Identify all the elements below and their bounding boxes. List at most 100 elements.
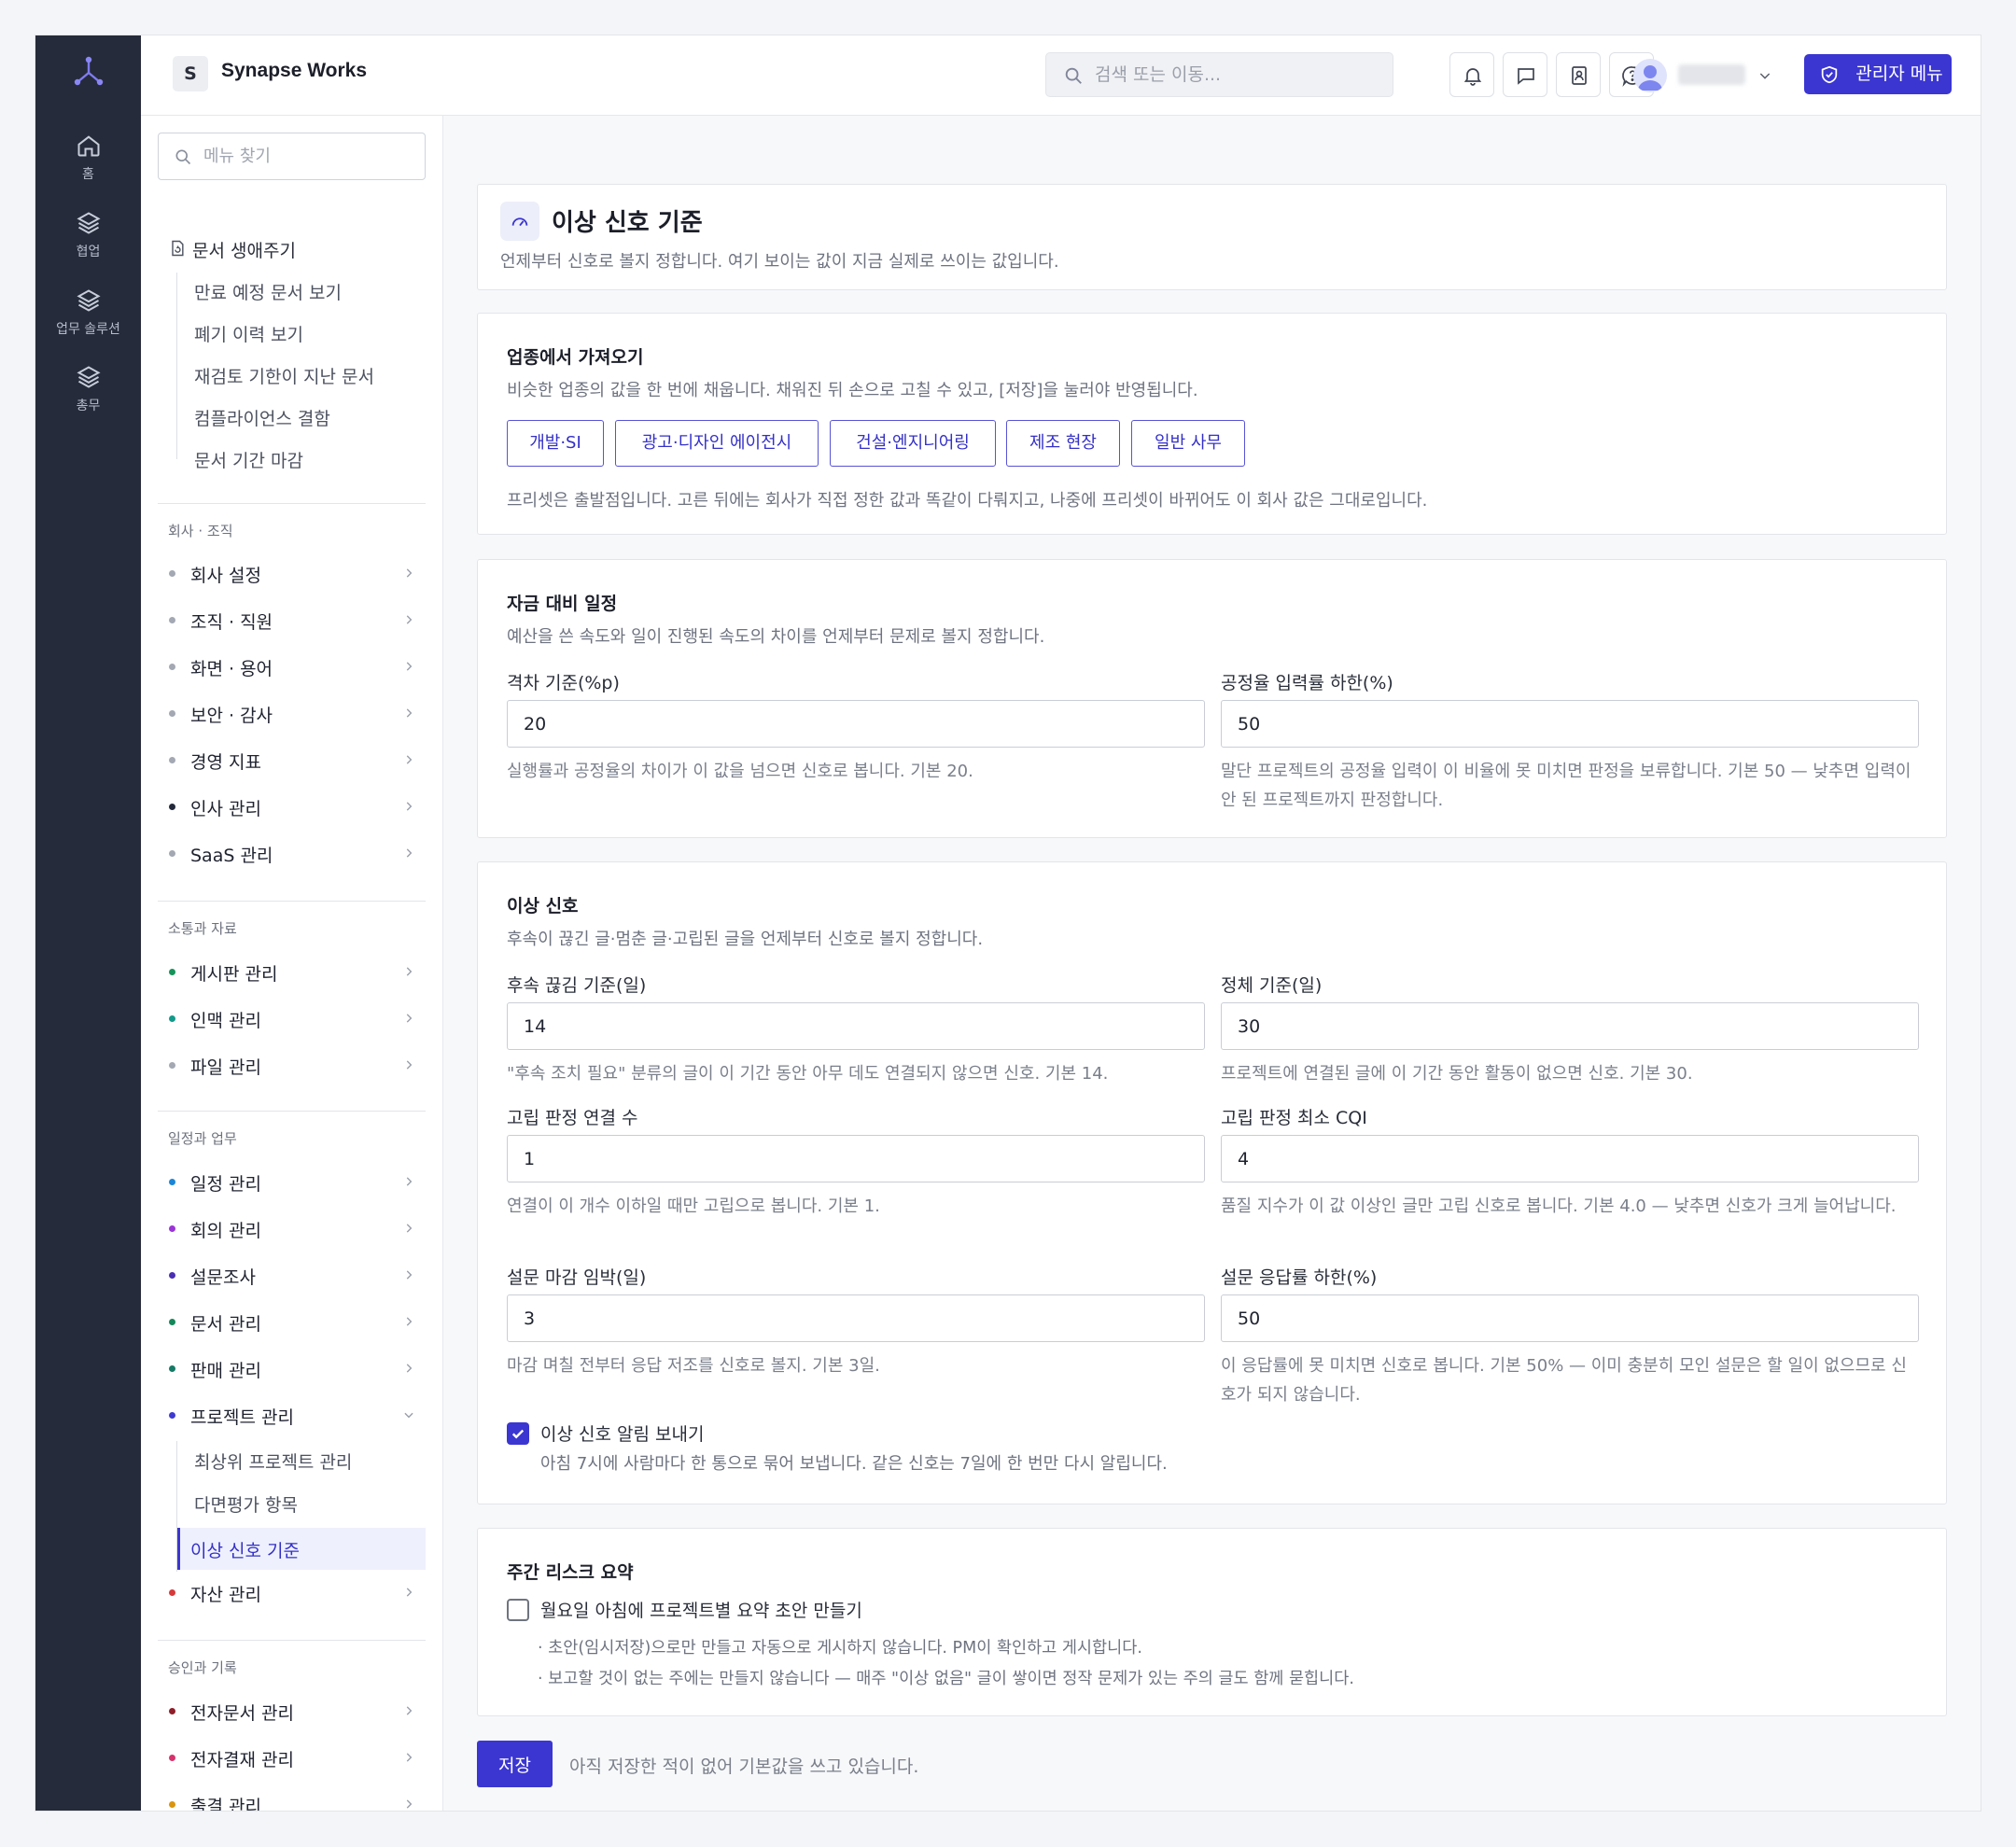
field-label: 정체 기준(일) (1221, 975, 1323, 996)
layers-icon (76, 212, 101, 234)
field-label: 고립 판정 최소 CQI (1221, 1108, 1367, 1128)
notifications-button[interactable] (1449, 52, 1494, 97)
progress-input-rate-input[interactable] (1221, 700, 1919, 748)
chevron-right-icon (406, 802, 413, 811)
workspace-name[interactable]: Synapse Works (221, 60, 367, 82)
preset-construction-button[interactable]: 건설·엔지니어링 (830, 420, 996, 467)
messages-button[interactable] (1503, 52, 1547, 97)
search-input[interactable] (1095, 53, 1375, 96)
menu-search[interactable] (158, 133, 426, 180)
chevron-right-icon (406, 755, 413, 764)
rail-item-label: 협업 (76, 245, 101, 259)
menu-item-schedule[interactable]: 일정 관리 (141, 1163, 443, 1200)
menu-item-label: 조직 · 직원 (190, 612, 273, 633)
menu-item-survey[interactable]: 설문조사 (141, 1256, 443, 1294)
menu-subitem-label: 만료 예정 문서 보기 (194, 283, 342, 303)
rail-item-label: 홈 (82, 167, 94, 182)
menu-subitem-top-projects[interactable]: 최상위 프로젝트 관리 (141, 1441, 443, 1478)
rail-item-general-affairs[interactable]: 총무 (35, 364, 141, 414)
menu-item-e-documents[interactable]: 전자문서 관리 (141, 1692, 443, 1729)
menu-item-hr[interactable]: 인사 관리 (141, 788, 443, 825)
shield-icon (1821, 65, 1838, 84)
menu-subitem-label: 이상 신호 기준 (190, 1541, 300, 1561)
preset-dev-si-button[interactable]: 개발·SI (507, 420, 604, 467)
menu-subitem-document-deadline[interactable]: 문서 기간 마감 (141, 440, 443, 477)
admin-menu-label: 관리자 메뉴 (1855, 63, 1943, 84)
weekly-summary-checkbox[interactable] (507, 1599, 529, 1621)
menu-item-assets[interactable]: 자산 관리 (141, 1574, 443, 1611)
save-status-text: 아직 저장한 적이 없어 기본값을 쓰고 있습니다. (569, 1756, 919, 1777)
menu-item-files[interactable]: 파일 관리 (141, 1046, 443, 1084)
status-dot (169, 969, 175, 975)
workspace-badge[interactable]: S (173, 56, 208, 91)
preset-office-button[interactable]: 일반 사무 (1131, 420, 1245, 467)
user-menu[interactable] (1633, 52, 1783, 97)
section-title: 업종에서 가져오기 (507, 347, 644, 368)
menu-subitem-label: 최상위 프로젝트 관리 (194, 1452, 353, 1473)
menu-item-meetings[interactable]: 회의 관리 (141, 1210, 443, 1247)
menu-divider (158, 901, 426, 902)
global-search[interactable] (1045, 52, 1393, 97)
menu-subitem-compliance-defects[interactable]: 컴플라이언스 결함 (141, 398, 443, 435)
contacts-button[interactable] (1556, 52, 1601, 97)
field-hint: 연결이 이 개수 이하일 때만 고립으로 봅니다. 기본 1. (507, 1196, 880, 1216)
menu-item-saas[interactable]: SaaS 관리 (141, 834, 443, 872)
stagnation-days-input[interactable] (1221, 1002, 1919, 1050)
menu-item-e-approval[interactable]: 전자결재 관리 (141, 1739, 443, 1776)
survey-response-rate-input[interactable] (1221, 1294, 1919, 1342)
isolation-min-cqi-input[interactable] (1221, 1135, 1919, 1182)
menu-subitem-overdue-review[interactable]: 재검토 기한이 지난 문서 (141, 356, 443, 393)
status-dot (169, 1179, 175, 1185)
user-name (1678, 64, 1745, 85)
menu-subitem-multi-review[interactable]: 다면평가 항목 (141, 1484, 443, 1521)
menu-item-org-staff[interactable]: 조직 · 직원 (141, 601, 443, 638)
field-label: 공정율 입력률 하한(%) (1221, 673, 1393, 693)
menu-item-label: 설문조사 (190, 1267, 256, 1288)
menu-item-security-audit[interactable]: 보안 · 감사 (141, 694, 443, 732)
followup-break-days-input[interactable] (507, 1002, 1205, 1050)
rail-item-solutions[interactable]: 업무 솔루션 (35, 287, 141, 338)
isolation-link-count-input[interactable] (507, 1135, 1205, 1182)
menu-item-documents[interactable]: 문서 관리 (141, 1303, 443, 1340)
survey-deadline-days-input[interactable] (507, 1294, 1205, 1342)
layers-icon (76, 366, 101, 388)
status-dot (169, 757, 175, 763)
gap-threshold-input[interactable] (507, 700, 1205, 748)
notify-label[interactable]: 이상 신호 알림 보내기 (540, 1420, 704, 1446)
menu-subitem-disposal-history[interactable]: 폐기 이력 보기 (141, 314, 443, 351)
menu-item-label: 게시판 관리 (190, 964, 278, 985)
weekly-summary-label[interactable]: 월요일 아침에 프로젝트별 요약 초안 만들기 (540, 1597, 862, 1622)
menu-item-company-settings[interactable]: 회사 설정 (141, 554, 443, 592)
menu-item-attendance[interactable]: 출결 관리 (141, 1785, 443, 1811)
status-dot (169, 1272, 175, 1279)
menu-subitem-expiring-docs[interactable]: 만료 예정 문서 보기 (141, 272, 443, 309)
menu-item-network[interactable]: 인맥 관리 (141, 1000, 443, 1037)
preset-ad-agency-button[interactable]: 광고·디자인 에이전시 (615, 420, 819, 467)
menu-item-board[interactable]: 게시판 관리 (141, 953, 443, 990)
preset-card: 업종에서 가져오기 비슷한 업종의 값을 한 번에 채웁니다. 채워진 뒤 손으… (477, 313, 1947, 535)
preset-manufacturing-button[interactable]: 제조 현장 (1006, 420, 1120, 467)
menu-item-sales[interactable]: 판매 관리 (141, 1350, 443, 1387)
menu-item-screens-terms[interactable]: 화면 · 용어 (141, 648, 443, 685)
status-dot (169, 1319, 175, 1325)
save-button[interactable]: 저장 (477, 1741, 553, 1787)
chevron-right-icon (406, 1317, 413, 1326)
menu-subitem-anomaly-criteria[interactable]: 이상 신호 기준 (177, 1528, 426, 1570)
menu-item-projects[interactable]: 프로젝트 관리 (141, 1396, 443, 1434)
status-dot (169, 570, 175, 577)
status-dot (169, 664, 175, 670)
admin-menu-button[interactable]: 관리자 메뉴 (1804, 54, 1952, 94)
menu-item-management-kpi[interactable]: 경영 지표 (141, 741, 443, 778)
menu-search-input[interactable] (203, 133, 409, 179)
rail-item-collab[interactable]: 협업 (35, 210, 141, 260)
chevron-right-icon (406, 1224, 413, 1233)
logo-icon[interactable] (71, 54, 106, 90)
menu-item-label: 인맥 관리 (190, 1011, 261, 1031)
menu-item-label: 전자결재 관리 (190, 1750, 294, 1770)
status-dot (169, 1412, 175, 1419)
rail-item-home[interactable]: 홈 (35, 133, 141, 183)
rail-item-label: 총무 (76, 399, 101, 413)
menu-item-document-lifecycle[interactable]: 문서 생애주기 (141, 230, 443, 267)
menu-section-title: 소통과 자료 (168, 920, 237, 937)
notify-checkbox[interactable] (507, 1422, 529, 1445)
